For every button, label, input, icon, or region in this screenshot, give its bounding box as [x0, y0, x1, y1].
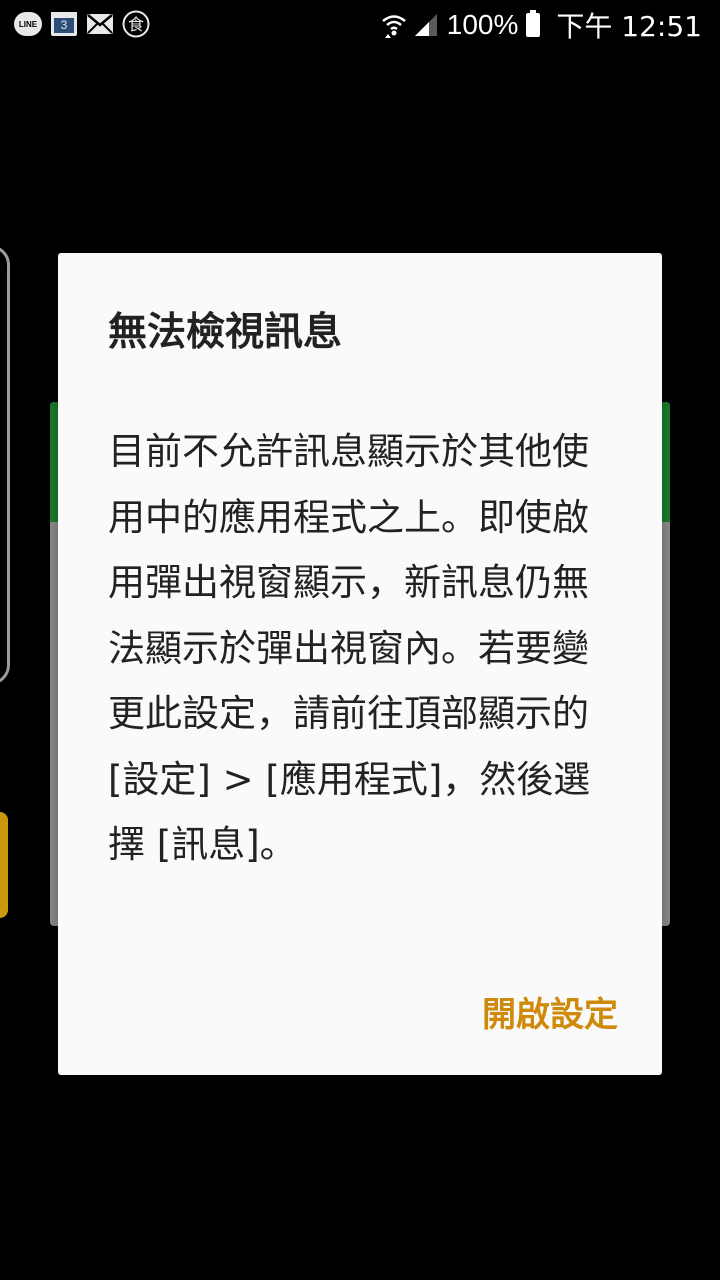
background-card-left: [0, 245, 10, 685]
line-label: LINE: [14, 12, 42, 36]
line-icon: LINE: [14, 10, 42, 38]
system-status: 100% 下午 12:51: [381, 6, 702, 44]
dialog-title: 無法檢視訊息: [108, 310, 343, 355]
clock: 下午 12:51: [556, 10, 702, 43]
open-settings-button[interactable]: 開啟設定: [478, 981, 622, 1042]
battery-icon: [526, 10, 541, 37]
notification-icons: LINE 3 食: [14, 10, 158, 38]
calendar-day: 3: [54, 18, 74, 33]
background-accent-left: [0, 812, 8, 918]
screen: LINE 3 食 100% 下午 12:51 無法檢視訊息 目前不允許訊息顯示於…: [0, 0, 720, 1280]
mail-icon: [86, 10, 114, 38]
signal-icon: [413, 12, 439, 38]
food-glyph: 食: [128, 15, 144, 34]
permission-dialog: 無法檢視訊息 目前不允許訊息顯示於其他使用中的應用程式之上。即使啟用彈出視窗顯示…: [58, 253, 662, 1075]
food-icon: 食: [122, 10, 150, 38]
calendar-icon: 3: [50, 10, 78, 38]
status-bar: LINE 3 食 100% 下午 12:51: [0, 0, 720, 50]
dialog-message: 目前不允許訊息顯示於其他使用中的應用程式之上。即使啟用彈出視窗顯示，新訊息仍無法…: [108, 430, 591, 866]
battery-percentage: 100%: [446, 9, 519, 40]
wifi-icon: [381, 12, 407, 38]
